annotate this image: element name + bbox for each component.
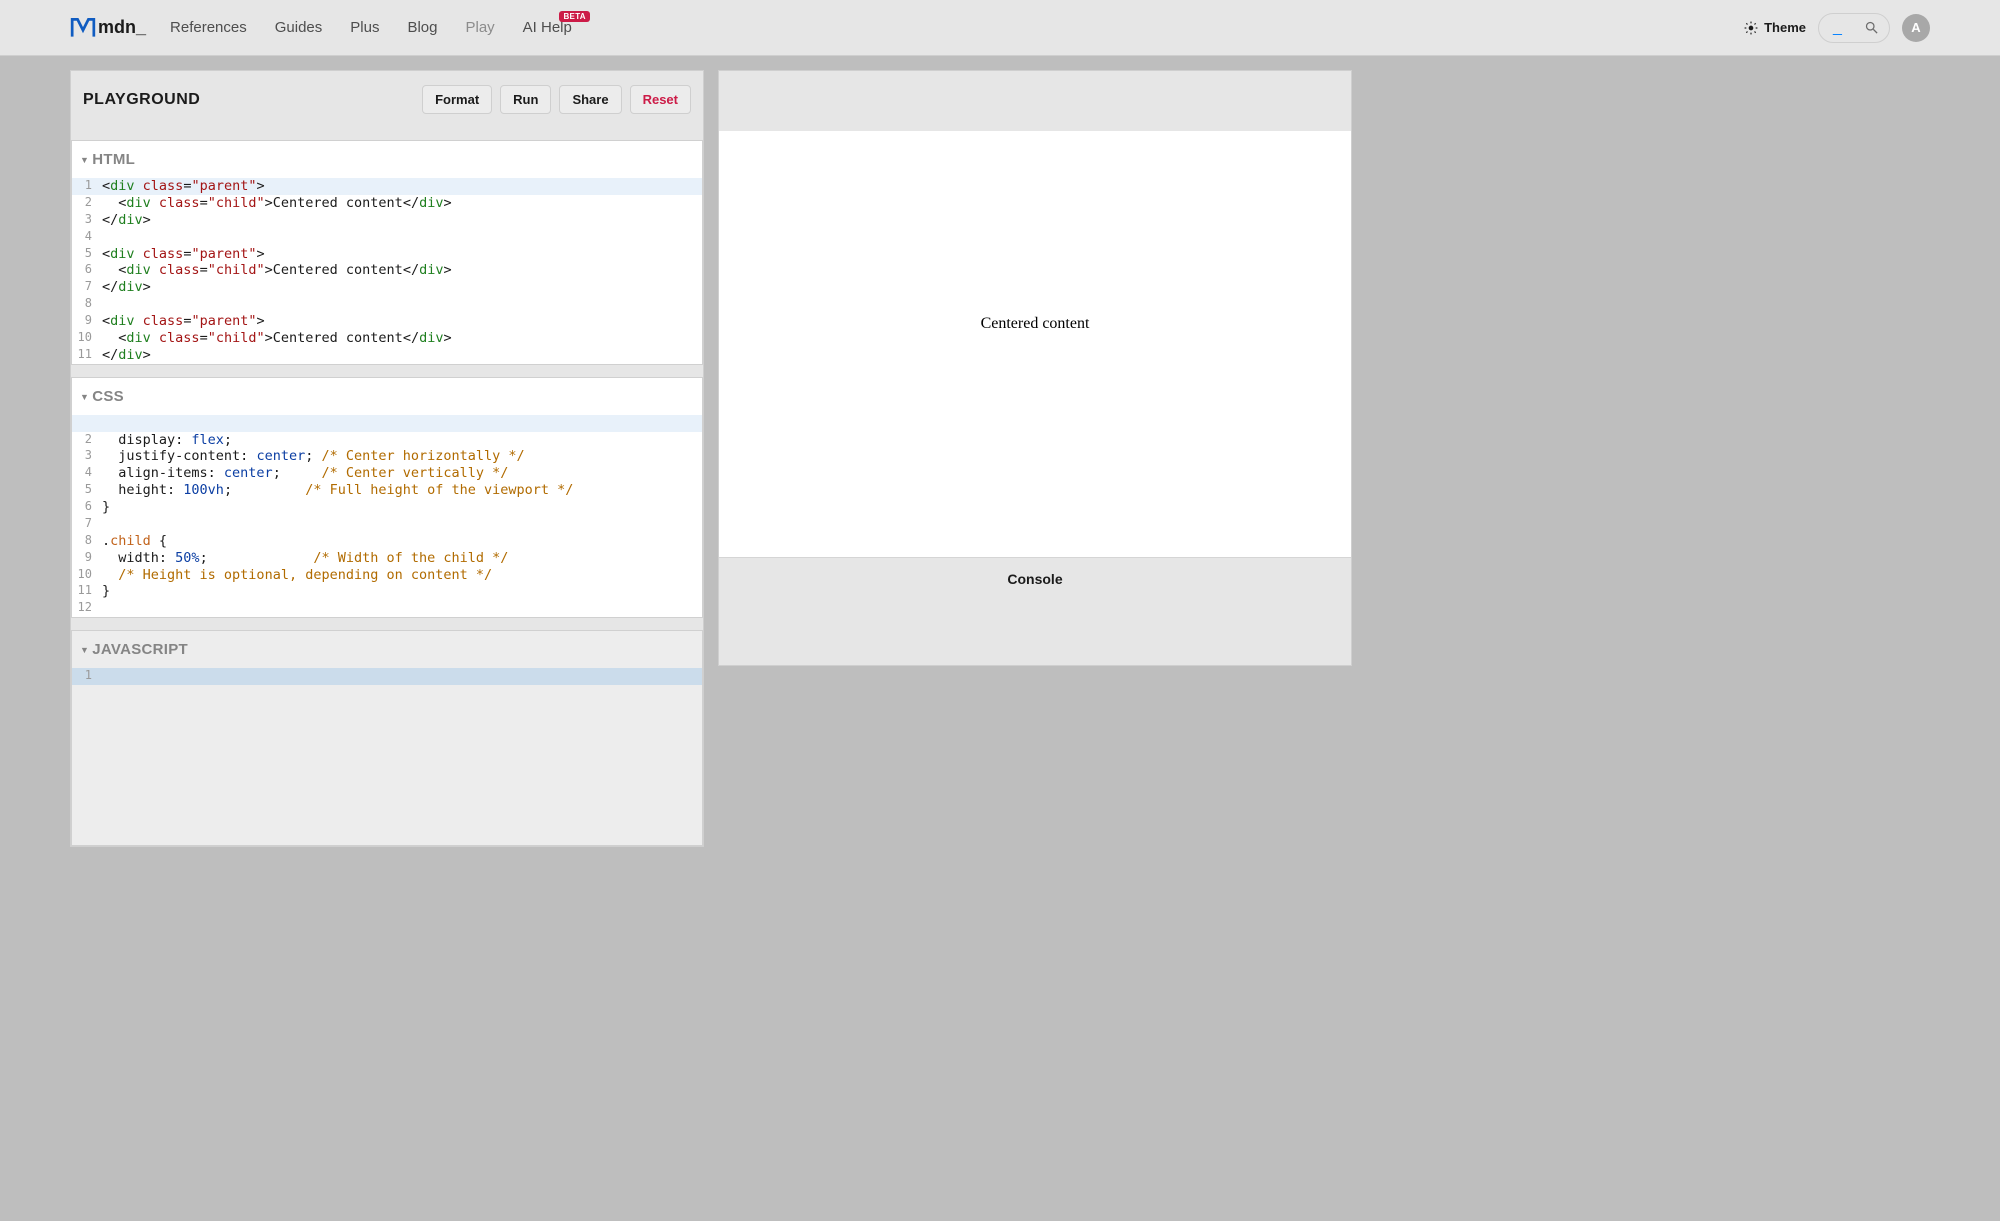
reset-button[interactable]: Reset: [630, 85, 691, 114]
search-input[interactable]: _: [1818, 13, 1890, 43]
theme-toggle[interactable]: Theme: [1744, 20, 1806, 35]
nav-plus[interactable]: Plus: [350, 19, 379, 36]
html-editor-header[interactable]: ▼HTML: [72, 141, 702, 178]
playground-panel: PLAYGROUND Format Run Share Reset ▼HTML …: [70, 70, 704, 847]
nav-blog[interactable]: Blog: [407, 19, 437, 36]
collapse-icon: ▼: [80, 155, 89, 165]
top-nav: mdn_ References Guides Plus Blog Play AI…: [0, 0, 2000, 56]
collapse-icon: ▼: [80, 645, 89, 655]
run-button[interactable]: Run: [500, 85, 551, 114]
beta-badge: BETA: [559, 11, 589, 22]
nav-references[interactable]: References: [170, 19, 247, 36]
theme-label: Theme: [1764, 20, 1806, 35]
collapse-icon: ▼: [80, 392, 89, 402]
format-button[interactable]: Format: [422, 85, 492, 114]
playground-title: PLAYGROUND: [83, 91, 200, 109]
html-editor[interactable]: ▼HTML 1<div class="parent"> 2 <div class…: [71, 140, 703, 365]
avatar[interactable]: A: [1902, 14, 1930, 42]
mdn-logo[interactable]: mdn_: [70, 15, 146, 41]
console-output: [719, 599, 1351, 665]
preview-panel: Centered content Console: [718, 70, 1352, 666]
preview-text: Centered content: [981, 315, 1090, 333]
search-cursor: _: [1833, 19, 1842, 37]
logo-text: mdn_: [98, 17, 146, 38]
search-icon: [1864, 20, 1879, 35]
preview-header: [719, 71, 1351, 131]
js-editor-header[interactable]: ▼JAVASCRIPT: [72, 631, 702, 668]
primary-nav: References Guides Plus Blog Play AI Help…: [170, 19, 572, 36]
sun-icon: [1744, 21, 1758, 35]
nav-ai-help[interactable]: AI HelpBETA: [523, 19, 572, 36]
css-editor[interactable]: ▼CSS 2 display: flex; 3 justify-content:…: [71, 377, 703, 619]
share-button[interactable]: Share: [559, 85, 621, 114]
preview-output: Centered content: [719, 131, 1351, 557]
nav-guides[interactable]: Guides: [275, 19, 323, 36]
topbar-right: Theme _ A: [1744, 13, 1930, 43]
css-editor-header[interactable]: ▼CSS: [72, 378, 702, 415]
nav-play[interactable]: Play: [465, 19, 494, 36]
javascript-editor[interactable]: ▼JAVASCRIPT 1: [71, 630, 703, 846]
mdn-logo-icon: [70, 15, 96, 41]
console-toggle[interactable]: Console: [719, 557, 1351, 599]
